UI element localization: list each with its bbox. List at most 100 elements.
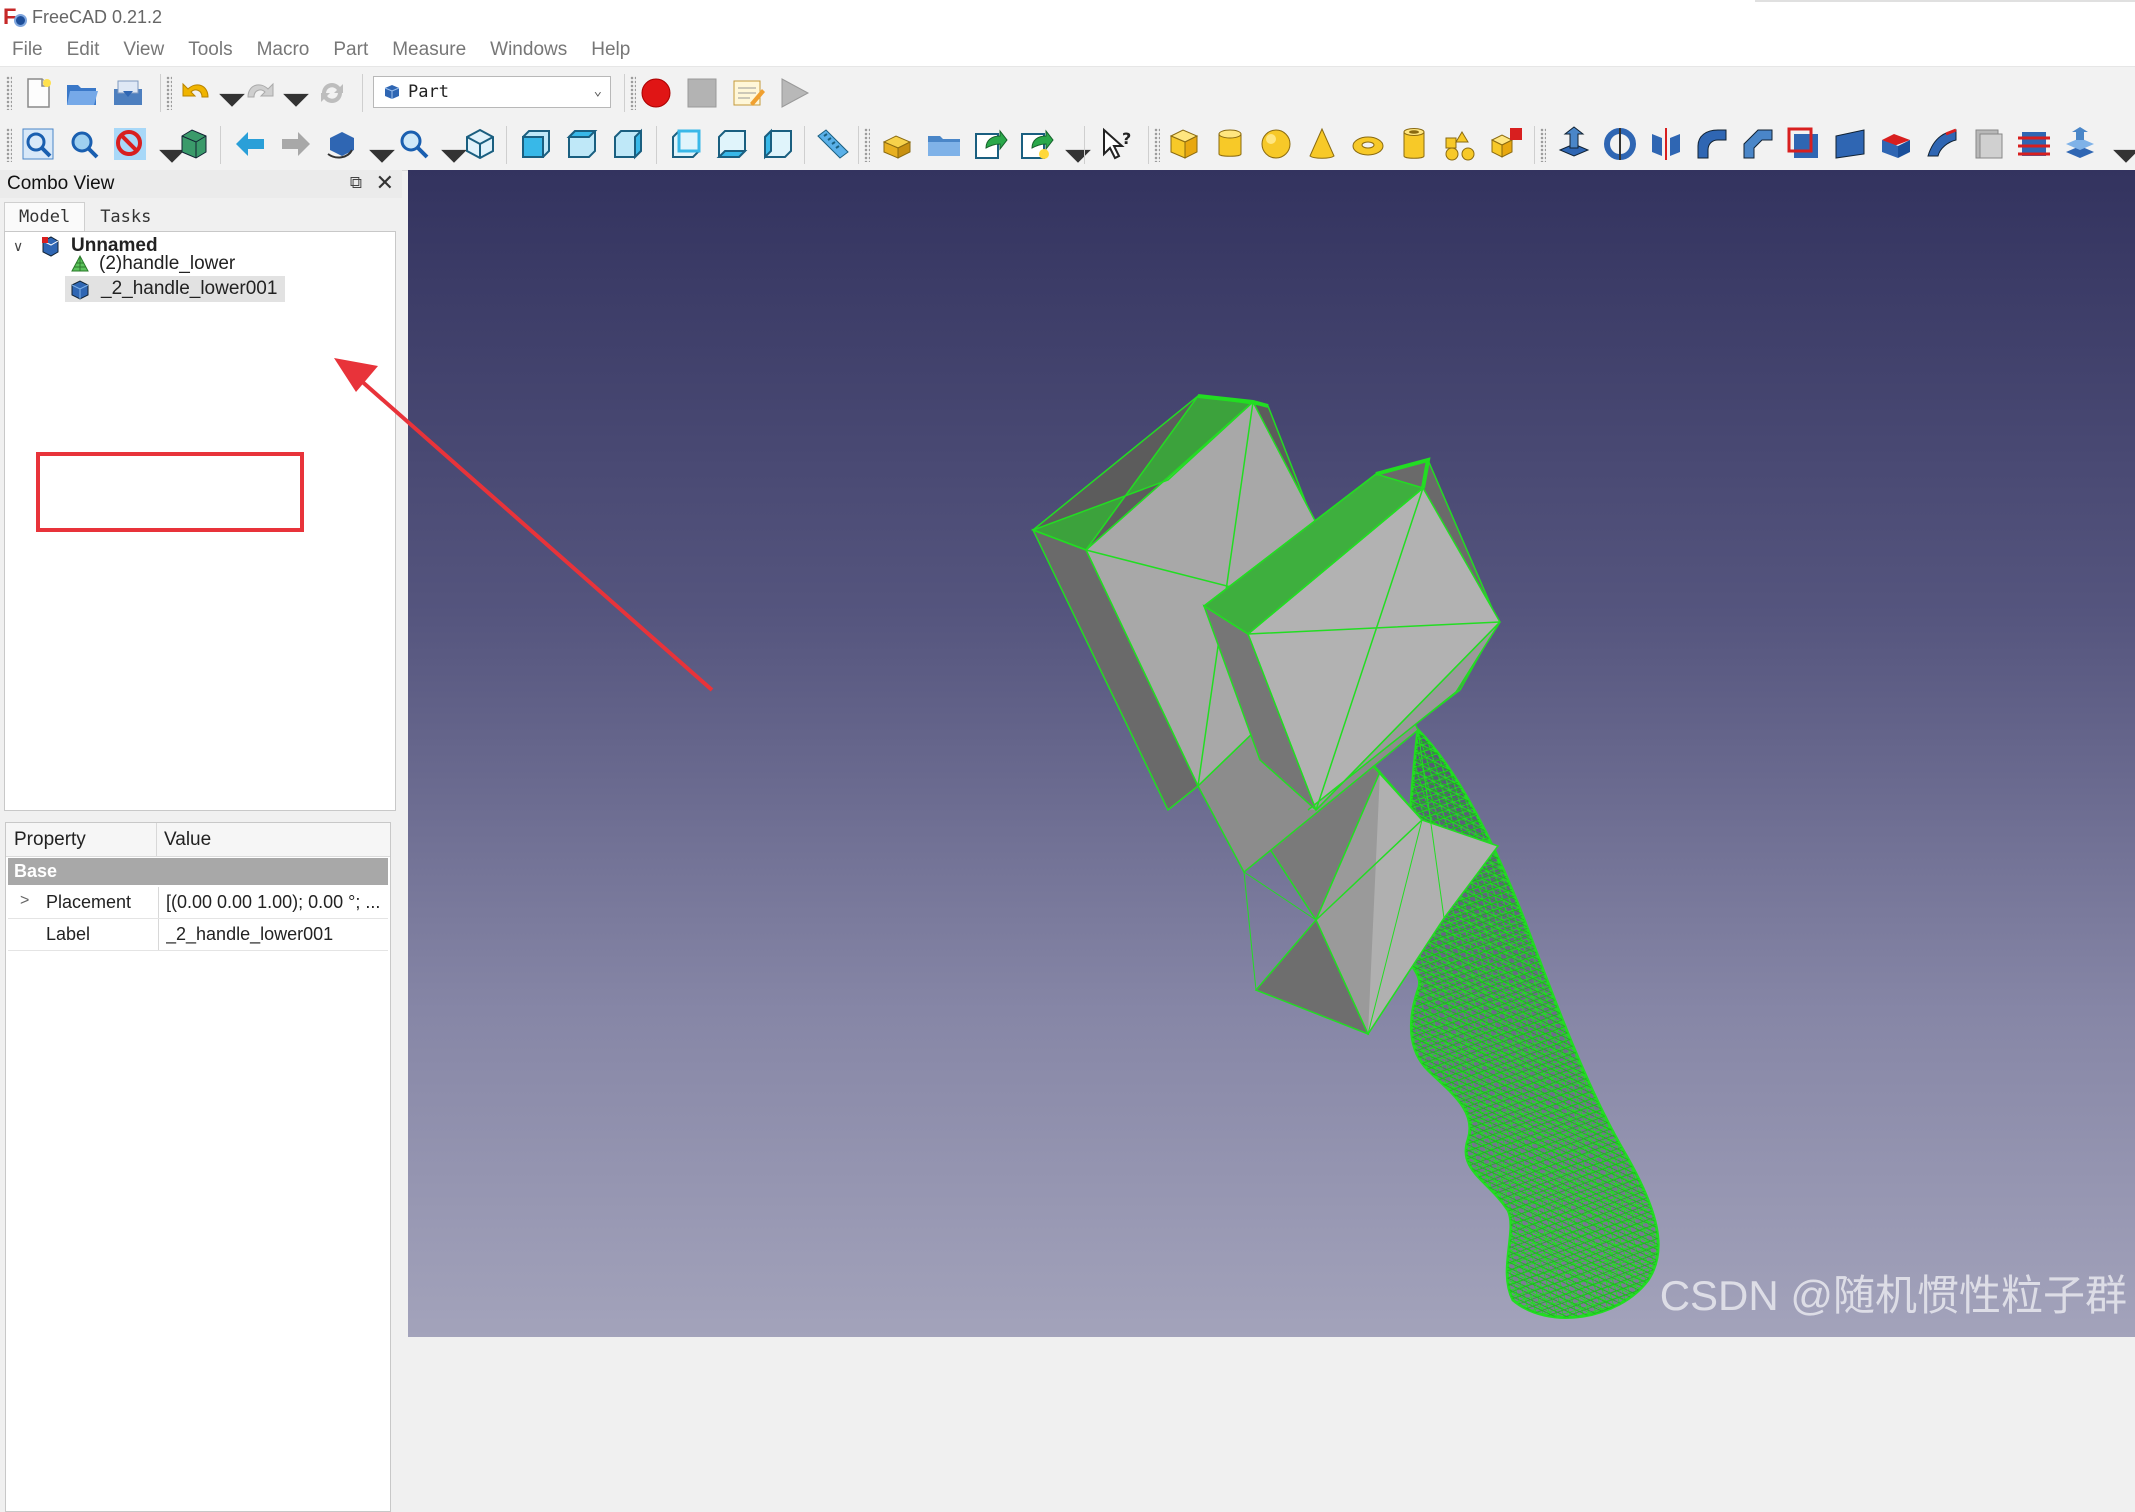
fit-selection-icon[interactable] — [66, 126, 102, 162]
toolbar-grip[interactable] — [1154, 128, 1160, 162]
toolbar-grip[interactable] — [864, 128, 870, 162]
tab-tasks[interactable]: Tasks — [85, 202, 166, 232]
mirror-icon[interactable] — [1648, 126, 1684, 162]
selected-item-highlight: _2_handle_lower001 — [65, 276, 286, 302]
measure-distance-icon[interactable] — [814, 126, 850, 162]
toolbar-separator — [220, 126, 221, 164]
menu-measure[interactable]: Measure — [380, 39, 478, 61]
cube-icon[interactable] — [1166, 126, 1202, 162]
sweep-icon[interactable] — [1924, 126, 1960, 162]
chamfer-icon[interactable] — [1740, 126, 1776, 162]
loft-icon[interactable] — [1878, 126, 1914, 162]
sync-view-icon[interactable] — [324, 126, 360, 162]
toolbar-separator — [160, 74, 161, 112]
toolbar-grip[interactable] — [1540, 128, 1546, 162]
toolbar-row-2: ? — [0, 119, 2135, 171]
fillet-icon[interactable] — [1694, 126, 1730, 162]
close-icon[interactable]: ✕ — [376, 170, 394, 196]
3d-viewport[interactable]: CSDN @随机惯性粒子群 — [408, 170, 2135, 1337]
stop-macro-icon[interactable] — [684, 75, 720, 111]
window-title: FreeCAD 0.21.2 — [32, 6, 163, 27]
tree-item-handle-lower001[interactable]: _2_handle_lower001 — [65, 272, 286, 306]
link-actions-dropdown-icon[interactable] — [1060, 137, 1091, 163]
workbench-selector[interactable]: Part ⌄ — [373, 76, 611, 108]
link-actions-icon[interactable] — [1018, 126, 1054, 162]
new-document-icon[interactable] — [20, 75, 56, 111]
redo-icon[interactable] — [242, 75, 278, 111]
right-view-icon[interactable] — [610, 126, 646, 162]
toolbar-grip[interactable] — [6, 76, 12, 110]
extrude-icon[interactable] — [1556, 126, 1592, 162]
sphere-icon[interactable] — [1258, 126, 1294, 162]
refresh-icon[interactable] — [314, 75, 350, 111]
part-feature-icon — [71, 280, 89, 300]
float-panel-icon[interactable]: ⧉ — [350, 173, 362, 193]
menu-help[interactable]: Help — [579, 39, 642, 61]
offset-icon[interactable] — [2062, 126, 2098, 162]
toolbar-grip[interactable] — [166, 76, 172, 110]
fit-all-icon[interactable] — [20, 126, 56, 162]
toolbar-grip[interactable] — [6, 128, 12, 162]
toolbar-separator — [858, 126, 859, 164]
std-zoom-icon[interactable] — [396, 126, 432, 162]
edit-macro-icon[interactable] — [730, 75, 766, 111]
bounding-box-icon[interactable] — [176, 126, 212, 162]
top-view-icon[interactable] — [564, 126, 600, 162]
primitives-icon[interactable] — [1442, 126, 1478, 162]
menu-windows[interactable]: Windows — [478, 39, 579, 61]
undo-dropdown-icon[interactable] — [214, 81, 245, 107]
cone-icon[interactable] — [1304, 126, 1340, 162]
shape-builder-icon[interactable] — [1488, 126, 1524, 162]
menu-view[interactable]: View — [111, 39, 176, 61]
toolbar-separator — [362, 74, 363, 112]
revolve-icon[interactable] — [1602, 126, 1638, 162]
cylinder-icon[interactable] — [1212, 126, 1248, 162]
menu-edit[interactable]: Edit — [55, 39, 112, 61]
menu-part[interactable]: Part — [321, 39, 380, 61]
toolbar-separator — [624, 74, 625, 112]
make-face-icon[interactable] — [1786, 126, 1822, 162]
ruled-surface-icon[interactable] — [1832, 126, 1868, 162]
group-icon[interactable] — [926, 126, 962, 162]
run-macro-icon[interactable] — [776, 75, 812, 111]
part-icon[interactable] — [880, 126, 916, 162]
link-icon[interactable] — [972, 126, 1008, 162]
front-view-icon[interactable] — [518, 126, 554, 162]
offset-dropdown-icon[interactable] — [2108, 137, 2135, 163]
open-document-icon[interactable] — [64, 75, 100, 111]
watermark: CSDN @随机惯性粒子群 — [1659, 1272, 2127, 1319]
record-macro-icon[interactable] — [638, 75, 674, 111]
forward-icon[interactable] — [278, 126, 314, 162]
isometric-view-icon[interactable] — [462, 126, 498, 162]
title-bar-edge — [1755, 0, 2135, 2]
undo-icon[interactable] — [178, 75, 214, 111]
back-icon[interactable] — [232, 126, 268, 162]
property-row-placement[interactable]: > Placement [(0.00 0.00 1.00); 0.00 °; .… — [8, 887, 388, 919]
redo-dropdown-icon[interactable] — [278, 81, 309, 107]
rear-view-icon[interactable] — [668, 126, 704, 162]
whats-this-icon[interactable]: ? — [1100, 126, 1136, 162]
left-view-icon[interactable] — [760, 126, 796, 162]
expand-chevron-icon[interactable]: ∨ — [13, 238, 33, 255]
menu-tools[interactable]: Tools — [176, 39, 244, 61]
chevron-right-icon[interactable]: > — [20, 892, 29, 910]
sync-view-dropdown-icon[interactable] — [364, 137, 395, 163]
toolbar-separator — [1148, 126, 1149, 164]
draw-style-icon[interactable] — [112, 126, 148, 162]
toolbar-grip[interactable] — [630, 76, 636, 110]
save-document-icon[interactable] — [110, 75, 146, 111]
menu-bar: File Edit View Tools Macro Part Measure … — [0, 34, 2135, 66]
torus-icon[interactable] — [1350, 126, 1386, 162]
draw-style-dropdown-icon[interactable] — [154, 137, 185, 163]
std-zoom-dropdown-icon[interactable] — [436, 137, 467, 163]
tube-icon[interactable] — [1396, 126, 1432, 162]
property-row-label[interactable]: Label _2_handle_lower001 — [8, 919, 388, 951]
menu-file[interactable]: File — [0, 39, 55, 61]
menu-macro[interactable]: Macro — [245, 39, 322, 61]
bottom-view-icon[interactable] — [714, 126, 750, 162]
property-value[interactable]: [(0.00 0.00 1.00); 0.00 °; ... — [166, 892, 384, 913]
tab-model[interactable]: Model — [4, 202, 86, 231]
property-value[interactable]: _2_handle_lower001 — [166, 924, 384, 945]
section-icon[interactable] — [1970, 126, 2006, 162]
cross-sections-icon[interactable] — [2016, 126, 2052, 162]
